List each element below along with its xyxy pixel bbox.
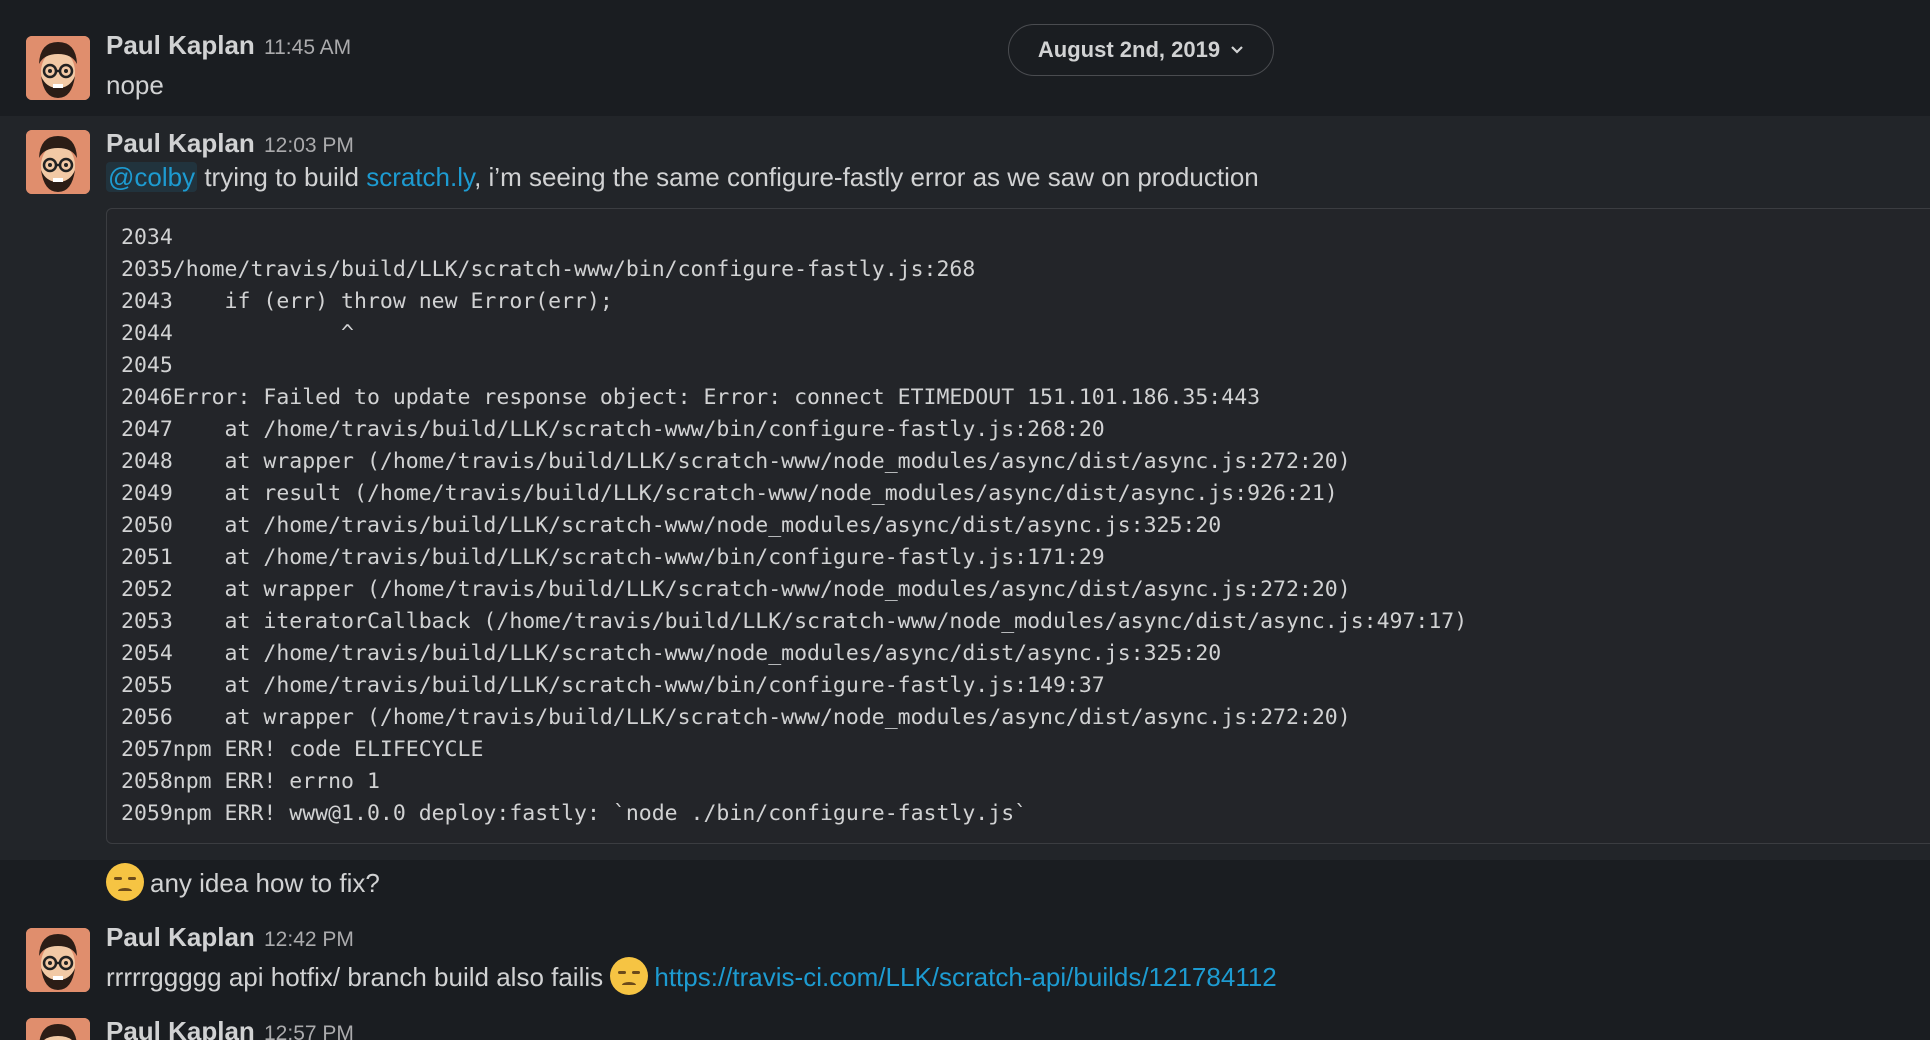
- code-line: 2054 at /home/travis/build/LLK/scratch-w…: [121, 641, 1222, 666]
- code-line: 2052 at wrapper (/home/travis/build/LLK/…: [121, 577, 1351, 602]
- code-line: 2049 at result (/home/travis/build/LLK/s…: [121, 481, 1338, 506]
- message-link[interactable]: https://travis-ci.com/LLK/scratch-api/bu…: [654, 962, 1276, 992]
- avatar[interactable]: [26, 928, 90, 992]
- code-line: 2056 at wrapper (/home/travis/build/LLK/…: [121, 705, 1351, 730]
- user-mention[interactable]: @colby: [106, 162, 198, 192]
- date-divider-button[interactable]: August 2nd, 2019: [1008, 24, 1274, 76]
- code-line: 2047 at /home/travis/build/LLK/scratch-w…: [121, 417, 1105, 442]
- message-text: rrrrrggggg api hotfix/ branch build also…: [106, 957, 1277, 998]
- author-name[interactable]: Paul Kaplan: [106, 30, 255, 61]
- chevron-down-icon: [1231, 46, 1243, 54]
- message-text-part: any idea how to fix?: [150, 867, 380, 898]
- message[interactable]: Paul Kaplan 11:45 AM nope: [0, 0, 1930, 116]
- code-line: 2044 ^: [121, 321, 354, 346]
- message[interactable]: Paul Kaplan 12:57 PM: [0, 1004, 1930, 1040]
- message-timestamp[interactable]: 12:03 PM: [264, 134, 354, 158]
- message-timestamp[interactable]: 11:45 AM: [264, 36, 351, 60]
- message[interactable]: Paul Kaplan 12:03 PM @colby trying to bu…: [0, 116, 1930, 860]
- message-text: any idea how to fix?: [106, 863, 380, 904]
- message[interactable]: any idea how to fix?: [0, 860, 1930, 912]
- code-line: 2034: [121, 225, 173, 250]
- avatar[interactable]: [26, 1018, 90, 1040]
- author-name[interactable]: Paul Kaplan: [106, 1016, 255, 1040]
- code-line: 2053 at iteratorCallback (/home/travis/b…: [121, 609, 1468, 634]
- code-line: 2035/home/travis/build/LLK/scratch-www/b…: [121, 257, 976, 282]
- disappointed-emoji-icon: [610, 957, 649, 995]
- date-label: August 2nd, 2019: [1037, 37, 1221, 62]
- message-text-part: , i’m seeing the same configure-fastly e…: [474, 162, 1259, 192]
- message-text-part: rrrrrggggg api hotfix/ branch build also…: [106, 961, 604, 992]
- message-text: nope: [106, 70, 164, 100]
- message-timestamp[interactable]: 12:57 PM: [264, 1022, 354, 1040]
- message-text-part: trying to build: [197, 162, 367, 192]
- code-line: 2058npm ERR! errno 1: [121, 769, 380, 794]
- avatar[interactable]: [26, 130, 90, 194]
- code-line: 2043 if (err) throw new Error(err);: [121, 289, 613, 314]
- author-name[interactable]: Paul Kaplan: [106, 922, 255, 953]
- code-line: 2059npm ERR! www@1.0.0 deploy:fastly: `n…: [121, 801, 1028, 826]
- code-line: 2048 at wrapper (/home/travis/build/LLK/…: [121, 449, 1351, 474]
- code-line: 2051 at /home/travis/build/LLK/scratch-w…: [121, 545, 1105, 570]
- avatar[interactable]: [26, 36, 90, 100]
- author-name[interactable]: Paul Kaplan: [106, 128, 255, 159]
- disappointed-emoji-icon: [106, 863, 144, 901]
- code-line: 2057npm ERR! code ELIFECYCLE: [121, 737, 484, 762]
- message-link[interactable]: scratch.ly: [366, 162, 474, 192]
- code-line: 2045: [121, 353, 173, 378]
- message-timestamp[interactable]: 12:42 PM: [264, 928, 354, 952]
- code-line: 2046Error: Failed to update response obj…: [121, 385, 1261, 410]
- message[interactable]: Paul Kaplan 12:42 PM rrrrrggggg api hotf…: [0, 912, 1930, 1004]
- message-text: @colby trying to build scratch.ly, i’m s…: [106, 162, 1259, 193]
- code-line: 2050 at /home/travis/build/LLK/scratch-w…: [121, 513, 1222, 538]
- code-block[interactable]: 2034 2035/home/travis/build/LLK/scratch-…: [106, 208, 1930, 844]
- code-line: 2055 at /home/travis/build/LLK/scratch-w…: [121, 673, 1105, 698]
